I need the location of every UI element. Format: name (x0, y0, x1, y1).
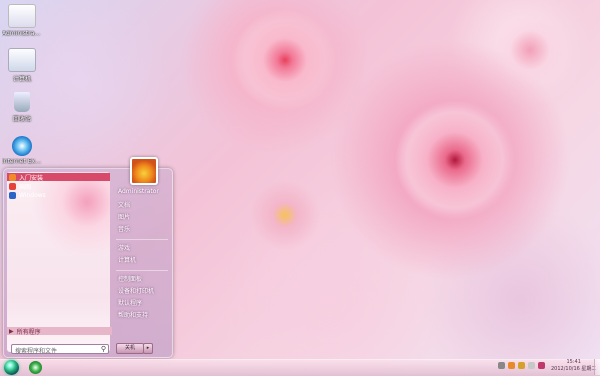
search-input[interactable]: 搜索程序和文件 ⚲ (11, 344, 109, 355)
program-item[interactable]: 画图 (7, 182, 110, 191)
start-menu: 入门安装 画图 Windows ▶ 所有程序 搜索程序和文件 ⚲ Adminis… (3, 157, 173, 358)
show-desktop-button[interactable] (594, 359, 600, 375)
program-item[interactable]: Windows (7, 191, 110, 199)
divider (116, 270, 168, 271)
system-tray (498, 362, 545, 369)
computer-icon (8, 48, 36, 72)
start-item-pictures[interactable]: 图片 (114, 212, 170, 224)
tray-icon[interactable] (518, 362, 525, 369)
start-item-devices-printers[interactable]: 设备和打印机 (114, 286, 170, 298)
program-item[interactable]: 入门安装 (7, 173, 110, 182)
divider (116, 239, 168, 240)
start-item-user[interactable]: Administrator (114, 186, 170, 198)
wallpaper-blossom (395, 100, 515, 220)
start-item-music[interactable]: 音乐 (114, 224, 170, 236)
arrow-right-icon: ▸ (146, 345, 150, 351)
start-item-documents[interactable]: 文档 (114, 200, 170, 212)
desktop-icon-computer[interactable]: 计算机 (2, 48, 42, 83)
start-item-default-programs[interactable]: 默认程序 (114, 298, 170, 310)
windows-media-icon (9, 191, 16, 199)
start-menu-programs-pane: 入门安装 画图 Windows ▶ 所有程序 搜索程序和文件 ⚲ (7, 172, 112, 355)
paint-icon (9, 182, 16, 190)
internet-explorer-icon (12, 136, 32, 156)
wallpaper-blossom (250, 180, 320, 250)
start-button[interactable] (4, 360, 19, 375)
all-programs-button[interactable]: ▶ 所有程序 (7, 327, 112, 336)
desktop-icon-recycle-bin[interactable]: 回收站 (2, 92, 42, 123)
desktop-icon-internet-explorer[interactable]: Internet Explorer (2, 136, 42, 165)
start-menu-places-pane: Administrator 文档 图片 音乐 游戏 计算机 控制面板 设备和打印… (114, 169, 170, 357)
search-icon: ⚲ (100, 345, 106, 353)
user-folder-icon (8, 4, 36, 28)
taskbar-ie-icon[interactable] (29, 361, 42, 374)
clock[interactable]: 15:41 2012/10/16 星期二 (551, 359, 596, 373)
volume-icon[interactable] (528, 362, 535, 369)
start-item-computer[interactable]: 计算机 (114, 255, 170, 267)
network-icon[interactable] (508, 362, 515, 369)
getting-started-icon (9, 173, 16, 181)
tray-icon[interactable] (498, 362, 505, 369)
wallpaper-blossom (495, 15, 565, 85)
shutdown-options-button[interactable]: ▸ (143, 343, 153, 354)
shutdown-button[interactable]: 关机 (116, 343, 144, 354)
start-item-games[interactable]: 游戏 (114, 243, 170, 255)
user-picture-avatar[interactable] (130, 157, 158, 185)
action-center-icon[interactable] (538, 362, 545, 369)
desktop-icon-administrator[interactable]: Administrator (2, 4, 42, 37)
start-item-help-support[interactable]: 帮助和支持 (114, 310, 170, 322)
start-item-control-panel[interactable]: 控制面板 (114, 274, 170, 286)
recycle-bin-icon (14, 92, 30, 112)
wallpaper-blossom (235, 10, 335, 110)
arrow-right-icon: ▶ (9, 327, 14, 335)
